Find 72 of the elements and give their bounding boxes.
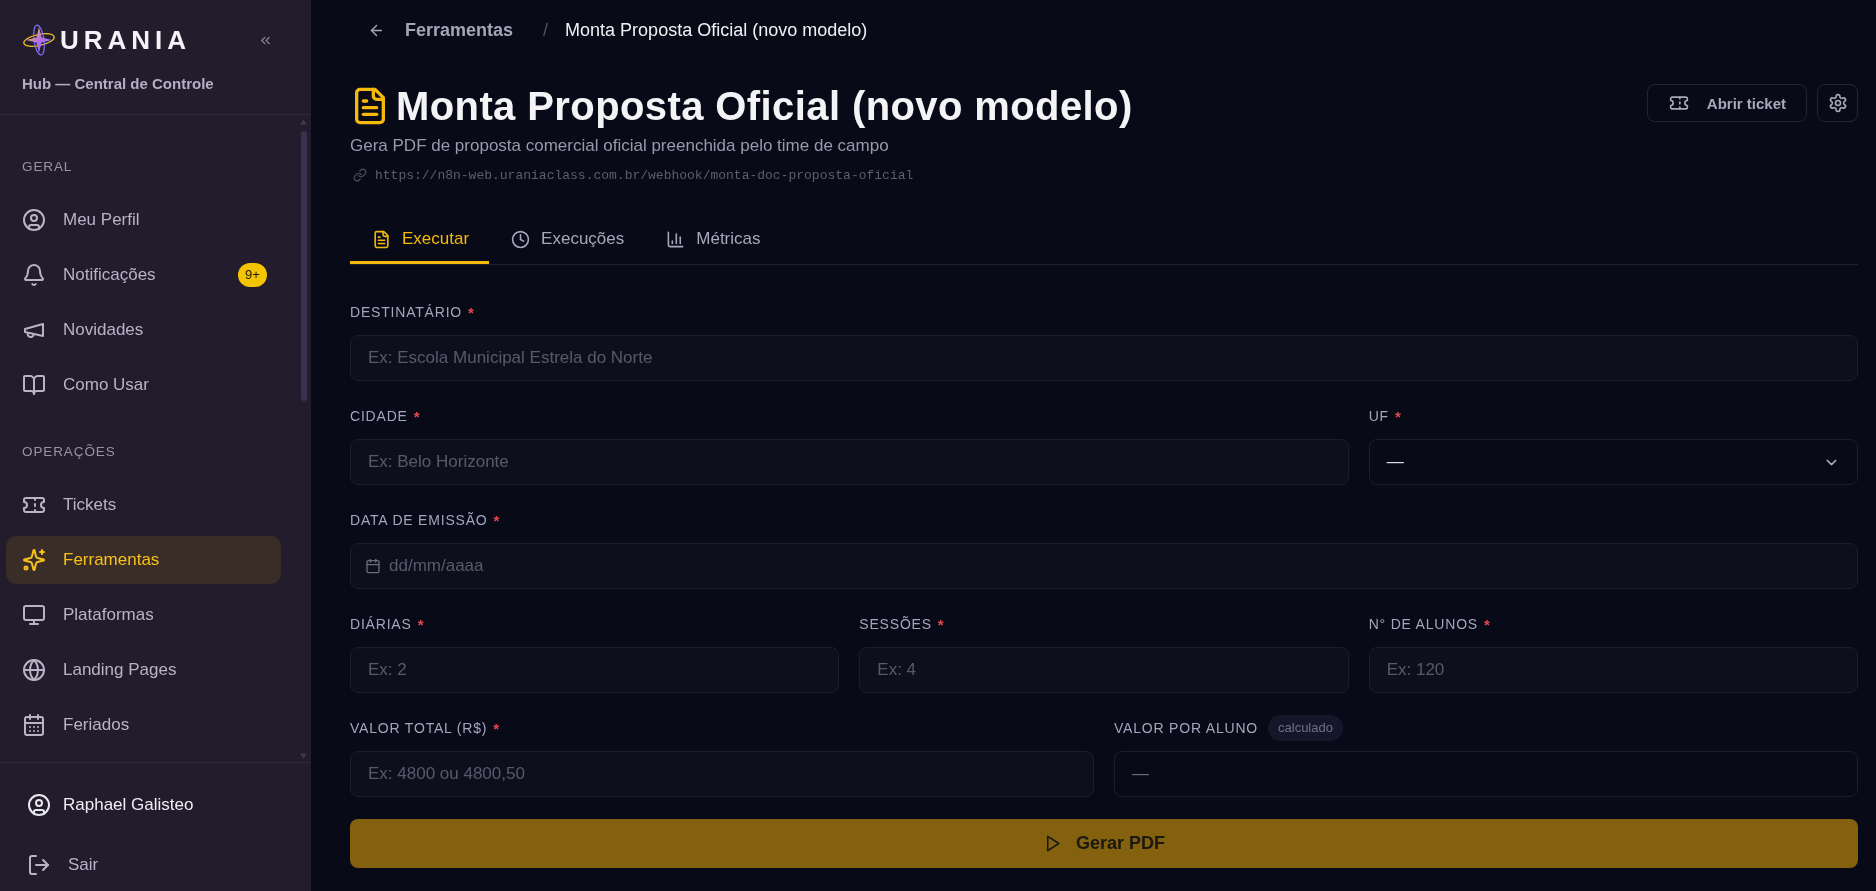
orbit-star-icon xyxy=(22,23,56,57)
field-label: UF xyxy=(1368,407,1389,426)
calendar-icon xyxy=(22,713,46,737)
nav-item[interactable]: Plataformas xyxy=(6,591,281,639)
nav-item[interactable]: Ferramentas xyxy=(6,536,281,584)
nav-item[interactable]: Meu Perfil xyxy=(6,196,281,244)
count-badge: 9+ xyxy=(238,263,267,287)
text-input[interactable]: Ex: Belo Horizonte xyxy=(350,439,1349,485)
nav-item[interactable]: Novidades xyxy=(6,306,281,354)
required-mark: * xyxy=(493,719,500,737)
nav-item[interactable]: Como Usar xyxy=(6,361,281,409)
breadcrumb-current: Monta Proposta Oficial (novo modelo) xyxy=(565,19,868,41)
tab[interactable]: Execuções xyxy=(489,214,645,264)
text-input[interactable]: Ex: 4 xyxy=(859,647,1349,693)
field-label: DATA DE EMISSÃO xyxy=(350,511,488,530)
open-ticket-button[interactable]: Abrir ticket xyxy=(1646,84,1807,122)
settings-icon xyxy=(1827,93,1848,113)
ticket-icon xyxy=(1668,93,1689,113)
required-mark: * xyxy=(413,407,420,425)
logout-icon xyxy=(27,853,51,877)
status-tag: calculado xyxy=(1268,715,1343,741)
field-label: DIÁRIAS xyxy=(350,615,412,634)
calendar-icon xyxy=(365,558,381,574)
required-mark: * xyxy=(1394,407,1401,425)
user-circle-icon xyxy=(27,793,51,817)
sparkle-icon xyxy=(22,548,46,572)
tab[interactable]: Executar xyxy=(350,214,490,264)
page-title: Monta Proposta Oficial (novo modelo) xyxy=(396,84,1133,128)
brand-name: URANIA xyxy=(60,25,192,55)
required-mark: * xyxy=(417,615,424,633)
scrollbar-thumb[interactable] xyxy=(301,131,307,401)
text-input[interactable]: Ex: 2 xyxy=(350,647,840,693)
field-label: N° DE ALUNOS xyxy=(1368,615,1478,634)
required-mark: * xyxy=(1484,615,1490,633)
webhook-url: https://n8n-web.uraniaclass.com.br/webhook/monta-doc-proposta-oficial xyxy=(375,167,914,183)
field-label: VALOR TOTAL (R$) xyxy=(350,719,488,738)
app-subtitle: Hub — Central de Controle xyxy=(22,75,215,93)
field-label: VALOR POR ALUNO xyxy=(1114,719,1258,738)
readonly-field: — xyxy=(1114,751,1858,797)
required-mark: * xyxy=(493,511,500,529)
settings-button[interactable] xyxy=(1817,84,1858,122)
document-icon xyxy=(372,229,391,249)
text-input[interactable]: Ex: 4800 ou 4800,50 xyxy=(350,751,1094,797)
breadcrumb-link[interactable]: Ferramentas xyxy=(405,19,514,41)
book-icon xyxy=(22,373,46,397)
nav-item[interactable]: Notificações xyxy=(6,251,230,299)
monitor-icon xyxy=(22,603,46,627)
user-name: Raphael Galisteo xyxy=(63,795,194,815)
section-title: OPERAÇÕES xyxy=(21,443,117,461)
field-label: SESSÕES xyxy=(859,615,932,634)
text-input[interactable]: Ex: Escola Municipal Estrela do Norte xyxy=(350,335,1858,381)
tab[interactable]: Métricas xyxy=(644,214,781,264)
page-description: Gera PDF de proposta comercial oficial preenchida pelo time de campo xyxy=(350,135,890,157)
bar-chart-icon xyxy=(666,229,686,249)
required-mark: * xyxy=(468,303,474,321)
text-input[interactable]: Ex: 120 xyxy=(1368,647,1858,693)
field-label: DESTINATÁRIO xyxy=(350,303,463,322)
bell-icon xyxy=(22,263,46,287)
section-title: GERAL xyxy=(21,158,74,176)
select-field[interactable]: — xyxy=(1368,439,1858,485)
user-circle-icon xyxy=(22,208,46,232)
breadcrumb-separator: / xyxy=(543,19,549,41)
clock-icon xyxy=(511,229,531,249)
required-mark: * xyxy=(937,615,944,633)
globe-icon xyxy=(22,658,46,682)
field-label: CIDADE xyxy=(350,407,408,426)
date-input[interactable]: dd/mm/aaaa xyxy=(350,543,1858,589)
logout-link[interactable]: Sair xyxy=(27,853,99,877)
link-icon xyxy=(353,168,367,182)
nav-item[interactable]: Feriados xyxy=(6,701,281,749)
nav-item[interactable]: Tickets xyxy=(6,481,281,529)
nav-item[interactable]: Landing Pages xyxy=(6,646,281,694)
